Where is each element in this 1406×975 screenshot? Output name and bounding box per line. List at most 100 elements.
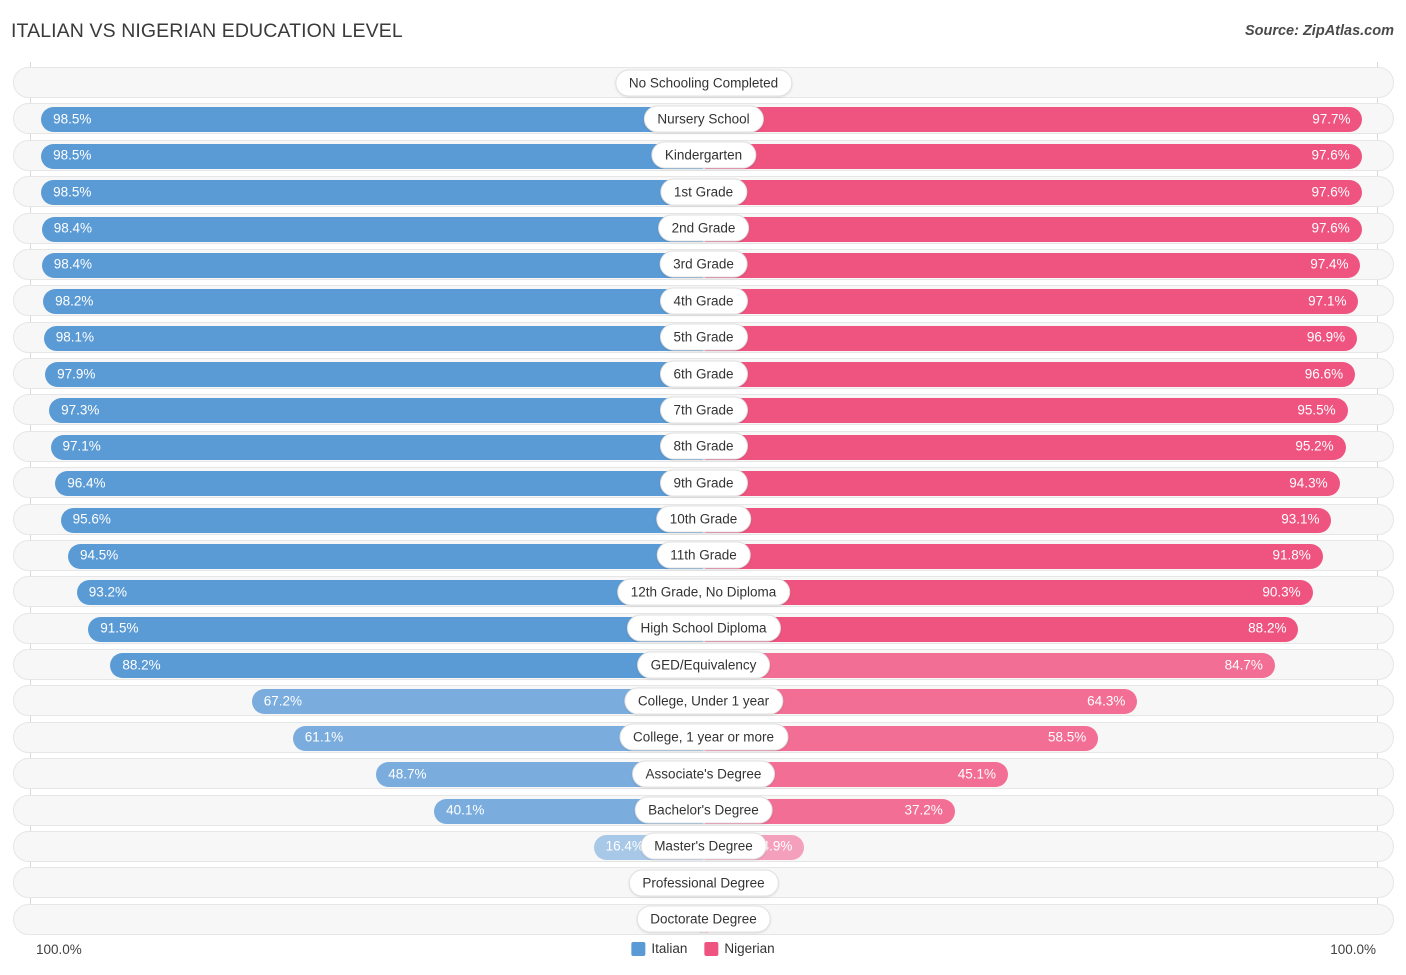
bar-italian (45, 362, 704, 388)
chart-row: 67.2% 64.3% College, Under 1 year (13, 685, 1394, 717)
category-label: Doctorate Degree (636, 905, 771, 933)
value-label-nigerian: 93.1% (1281, 511, 1320, 527)
value-label-nigerian: 97.1% (1308, 293, 1347, 309)
bar-nigerian (704, 434, 1346, 460)
bar-nigerian (704, 653, 1275, 679)
axis-label-right: 100.0% (1330, 942, 1376, 957)
value-label-nigerian: 95.2% (1295, 438, 1334, 454)
legend-label: Nigerian (724, 941, 775, 956)
chart-legend: Italian Nigerian (631, 941, 775, 956)
chart-row: 4.8%4.2%Professional Degree (13, 867, 1394, 899)
chart-plot-area: 1.5%2.3%No Schooling Completed 98.5% 97.7%… (0, 62, 1406, 935)
value-label-italian: 97.9% (57, 366, 96, 382)
bar-italian (55, 471, 704, 497)
legend-item-italian[interactable]: Italian (631, 941, 687, 956)
category-label: 10th Grade (655, 505, 752, 533)
value-label-nigerian: 97.7% (1312, 111, 1351, 127)
category-label: No Schooling Completed (614, 69, 793, 96)
value-label-nigerian: 96.6% (1304, 366, 1344, 382)
value-label-nigerian: 84.7% (1224, 657, 1263, 673)
chart-row: 94.5% 91.8% 11th Grade (13, 539, 1394, 571)
bar-italian (60, 507, 704, 533)
value-label-nigerian: 97.6% (1311, 147, 1350, 163)
category-label: Nursery School (643, 105, 764, 133)
value-label-italian: 48.7% (388, 766, 427, 782)
value-label-nigerian: 96.9% (1306, 329, 1346, 345)
bar-italian (41, 180, 704, 206)
chart-row: 91.5% 88.2% High School Diploma (13, 612, 1394, 644)
value-label-italian: 88.2% (122, 657, 161, 673)
legend-item-nigerian[interactable]: Nigerian (704, 941, 775, 956)
category-label: 6th Grade (659, 360, 748, 388)
category-label: Master's Degree (640, 832, 767, 860)
category-label: 9th Grade (659, 469, 748, 497)
category-label: Professional Degree (628, 869, 779, 897)
value-label-nigerian: 58.5% (1048, 729, 1087, 745)
chart-row: 95.6% 93.1% 10th Grade (13, 503, 1394, 535)
source-attribution: Source: ZipAtlas.com (1244, 23, 1394, 39)
chart-header: ITALIAN VS NIGERIAN EDUCATION LEVEL Sour… (0, 0, 1406, 60)
value-label-italian: 98.5% (53, 147, 92, 163)
bar-nigerian (704, 143, 1362, 169)
bar-italian (43, 325, 704, 351)
value-label-nigerian: 37.2% (904, 802, 943, 818)
value-label-italian: 97.3% (61, 402, 100, 418)
bar-nigerian (704, 543, 1323, 569)
bar-italian (41, 252, 704, 278)
value-label-italian: 40.1% (446, 802, 485, 818)
bar-italian (50, 434, 704, 460)
value-label-nigerian: 94.3% (1289, 475, 1328, 491)
category-label: 2nd Grade (657, 214, 750, 242)
chart-row: 97.1% 95.2% 8th Grade (13, 430, 1394, 462)
value-label-italian: 97.1% (62, 438, 101, 454)
value-label-italian: 94.5% (80, 547, 119, 563)
value-label-italian: 98.2% (55, 293, 94, 309)
chart-row: 98.2% 97.1% 4th Grade (13, 285, 1394, 317)
chart-row: 93.2% 90.3% 12th Grade, No Diploma (13, 576, 1394, 608)
chart-row: 97.3% 95.5% 7th Grade (13, 394, 1394, 426)
bar-nigerian (704, 507, 1332, 533)
category-label: 3rd Grade (659, 250, 748, 278)
category-label: 8th Grade (659, 432, 748, 460)
axis-label-left: 100.0% (36, 942, 82, 957)
chart-row: 98.5% 97.6% 1st Grade (13, 176, 1394, 208)
category-label: Bachelor's Degree (634, 796, 773, 824)
chart-row: 2.0%1.8%Doctorate Degree (13, 903, 1394, 935)
legend-swatch-icon (704, 941, 719, 956)
bar-nigerian (704, 471, 1340, 497)
bar-nigerian (704, 398, 1348, 424)
category-label: College, Under 1 year (623, 687, 784, 715)
category-label: 4th Grade (659, 287, 748, 315)
value-label-italian: 91.5% (100, 620, 139, 636)
category-label: 7th Grade (659, 396, 748, 424)
page-title: ITALIAN VS NIGERIAN EDUCATION LEVEL (11, 20, 403, 42)
category-label: 5th Grade (659, 323, 748, 351)
value-label-nigerian: 97.6% (1311, 184, 1350, 200)
value-label-nigerian: 97.4% (1310, 256, 1349, 272)
bar-italian (110, 653, 704, 679)
category-label: High School Diploma (626, 614, 781, 642)
legend-swatch-icon (631, 941, 646, 956)
bar-nigerian (704, 325, 1358, 351)
chart-row: 48.7% 45.1% Associate's Degree (13, 758, 1394, 790)
value-label-italian: 61.1% (304, 729, 344, 745)
chart-row: 98.5% 97.6% Kindergarten (13, 139, 1394, 171)
value-label-italian: 93.2% (88, 584, 128, 600)
value-label-nigerian: 91.8% (1272, 547, 1311, 563)
chart-row: 1.5%2.3%No Schooling Completed (13, 67, 1394, 98)
chart-row: 98.4% 97.4% 3rd Grade (13, 248, 1394, 280)
legend-label: Italian (651, 941, 688, 956)
bar-nigerian (704, 180, 1362, 206)
value-label-italian: 67.2% (263, 693, 303, 709)
category-label: 1st Grade (659, 178, 748, 206)
bar-italian (68, 543, 704, 569)
value-label-italian: 95.6% (72, 511, 111, 527)
value-label-italian: 98.5% (53, 184, 92, 200)
bar-italian (41, 216, 704, 242)
bar-nigerian (704, 216, 1362, 242)
value-label-italian: 16.4% (605, 838, 644, 854)
value-label-italian: 98.5% (53, 111, 92, 127)
value-label-italian: 96.4% (67, 475, 106, 491)
bar-italian (49, 398, 704, 424)
category-label: 12th Grade, No Diploma (616, 578, 791, 606)
